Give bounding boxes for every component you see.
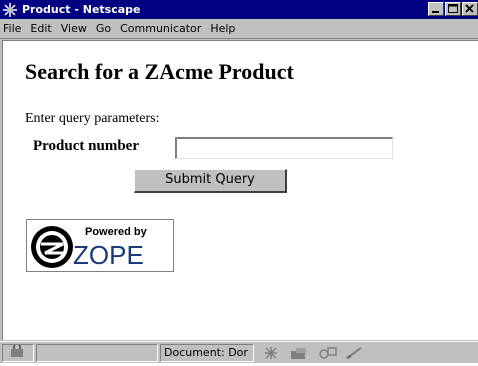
product-number-label: Product number [33,138,139,154]
query-prompt: Enter query parameters: [25,111,160,126]
window-title: Product - Netscape [22,3,141,16]
discussion-icon[interactable] [316,345,338,361]
zope-logo[interactable]: Powered by ZOPE [26,219,174,272]
close-icon [465,4,474,13]
status-text: Document: Dor [160,343,254,362]
maximize-icon [448,4,458,13]
composer-icon[interactable] [344,345,366,361]
mail-icon[interactable] [288,345,310,361]
maximize-button[interactable] [445,2,461,16]
status-bar: Document: Dor [0,341,478,363]
logo-small-text: Powered by [85,226,148,238]
menu-communicator[interactable]: Communicator [120,22,201,35]
minimize-button[interactable] [428,2,444,16]
page-content: Search for a ZAcme Product Enter query p… [2,40,478,340]
close-button[interactable] [462,2,478,16]
netscape-icon [2,2,18,18]
zope-logo-icon: Powered by ZOPE [31,226,148,270]
security-cell[interactable] [2,343,34,362]
minimize-icon [432,11,439,13]
menu-help[interactable]: Help [210,22,235,35]
menu-edit[interactable]: Edit [30,22,51,35]
security-lock-icon [9,344,27,361]
menu-view[interactable]: View [61,22,87,35]
browser-window: Product - Netscape File Edit View Go Com… [0,0,478,363]
network-icon[interactable] [260,345,282,361]
page-title: Search for a ZAcme Product [25,59,294,84]
logo-big-text: ZOPE [73,240,144,270]
menu-file[interactable]: File [3,22,21,35]
submit-query-button[interactable]: Submit Query [134,169,287,193]
menu-bar: File Edit View Go Communicator Help [0,19,478,39]
menu-go[interactable]: Go [96,22,111,35]
product-number-input[interactable] [175,137,393,159]
title-bar[interactable]: Product - Netscape [0,0,478,19]
progress-cell [36,343,158,362]
